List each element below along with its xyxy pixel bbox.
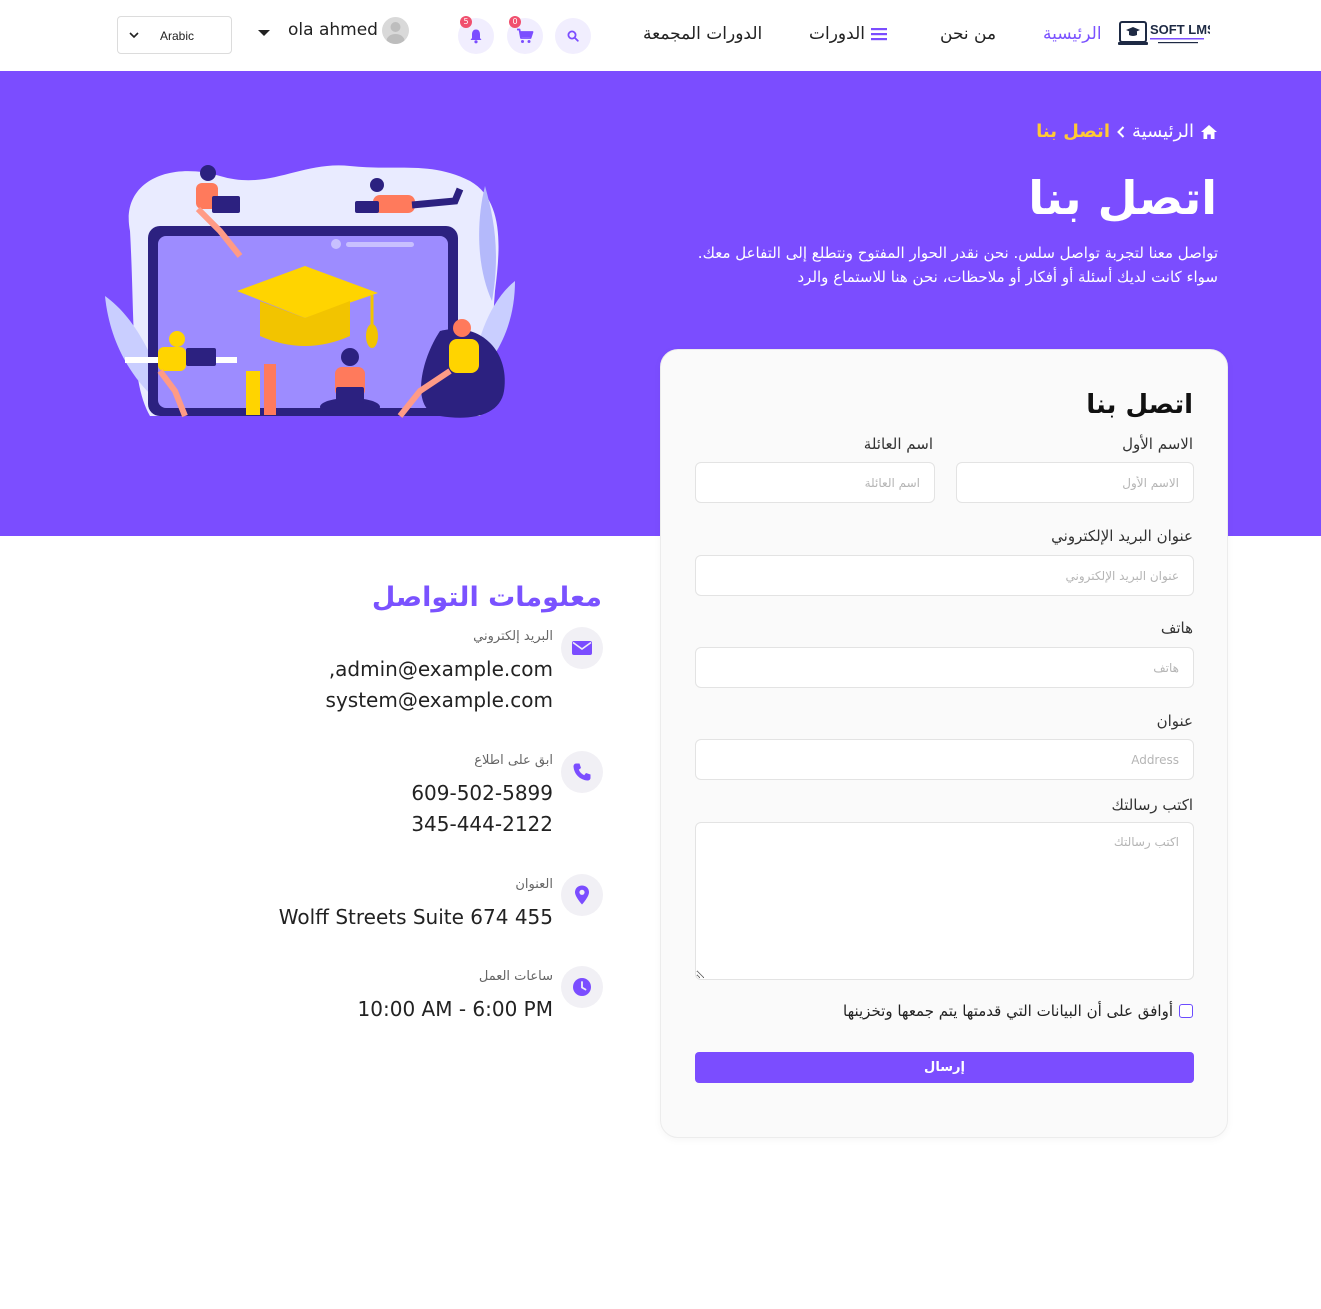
- nav-about[interactable]: من نحن: [940, 24, 996, 44]
- nav-courses[interactable]: الدورات: [809, 24, 887, 44]
- phone-info-label: ابق على اطلاع: [474, 753, 553, 768]
- phone-info-icon-wrap: [561, 751, 603, 793]
- breadcrumb: الرئيسية اتصل بنا: [1036, 121, 1218, 142]
- learning-illustration: [105, 165, 515, 418]
- consent-row: أوافق على أن البيانات التي قدمتها يتم جم…: [843, 1002, 1193, 1020]
- notifications-button[interactable]: 5: [458, 16, 494, 54]
- consent-label[interactable]: أوافق على أن البيانات التي قدمتها يتم جم…: [843, 1002, 1173, 1020]
- notifications-count-badge: 5: [460, 16, 472, 28]
- contact-email-block: البريد إلكتروني ,admin@example.com syste…: [326, 629, 553, 716]
- avatar[interactable]: [382, 17, 409, 44]
- clock-icon: [573, 978, 591, 996]
- chevron-left-icon: [1117, 125, 1125, 138]
- cart-count-badge: 0: [509, 16, 521, 28]
- form-title: اتصل بنا: [1086, 390, 1193, 420]
- phone-info-value-1[interactable]: 609-502-5899: [411, 778, 553, 809]
- address-info-value: Wolff Streets Suite 674 455: [278, 905, 553, 929]
- contact-address-block: العنوان Wolff Streets Suite 674 455: [279, 877, 553, 933]
- email-label: عنوان البريد الإلكتروني: [1051, 527, 1193, 545]
- map-pin-icon: [575, 885, 589, 905]
- nav-courses-label: الدورات: [809, 24, 865, 44]
- search-button[interactable]: [555, 18, 591, 54]
- home-icon[interactable]: [1200, 124, 1218, 140]
- last-name-input[interactable]: [695, 462, 935, 503]
- email-info-value-2[interactable]: system@example.com: [326, 685, 553, 716]
- breadcrumb-home[interactable]: الرئيسية: [1132, 121, 1194, 142]
- language-select[interactable]: Arabic: [117, 16, 232, 54]
- logo-text: SOFT LMS: [1150, 22, 1210, 37]
- site-logo[interactable]: SOFT LMS: [1118, 18, 1216, 52]
- first-name-input[interactable]: [956, 462, 1194, 503]
- consent-checkbox[interactable]: [1179, 1004, 1193, 1018]
- user-name[interactable]: ola ahmed: [288, 20, 378, 40]
- address-info-label: العنوان: [515, 877, 553, 892]
- first-name-label: الاسم الأول: [1122, 435, 1193, 453]
- search-icon: [567, 30, 579, 42]
- logo-graphic: SOFT LMS: [1118, 21, 1216, 45]
- message-textarea[interactable]: [695, 822, 1194, 980]
- hours-info-icon-wrap: [561, 966, 603, 1008]
- hours-info-value: 10:00 AM - 6:00 PM: [357, 997, 553, 1021]
- chevron-down-icon: [129, 32, 139, 39]
- bell-icon: [470, 29, 482, 44]
- nav-bundles[interactable]: الدورات المجمعة: [643, 24, 762, 44]
- user-menu-caret-icon[interactable]: [258, 30, 270, 36]
- page-title: اتصل بنا: [1028, 171, 1217, 225]
- last-name-label: اسم العائلة: [863, 435, 933, 453]
- phone-label: هاتف: [1160, 619, 1193, 637]
- email-info-icon-wrap: [561, 627, 603, 669]
- message-label: اكتب رسالتك: [1111, 796, 1193, 814]
- contact-form-card: اتصل بنا الاسم الأول اسم العائلة عنوان ا…: [660, 349, 1228, 1138]
- page-description-line-2: سواء كانت لديك أسئلة أو أفكار أو ملاحظات…: [797, 268, 1218, 286]
- phone-input[interactable]: [695, 647, 1194, 688]
- submit-button[interactable]: إرسال: [695, 1052, 1194, 1083]
- phone-icon: [573, 763, 591, 781]
- page-description: تواصل معنا لتجربة تواصل سلس. نحن نقدر ال…: [658, 241, 1218, 289]
- contact-hours-block: ساعات العمل 10:00 AM - 6:00 PM: [358, 969, 553, 1025]
- address-info-icon-wrap: [561, 874, 603, 916]
- breadcrumb-current: اتصل بنا: [1036, 121, 1110, 142]
- contact-phone-block: ابق على اطلاع 609-502-5899 345-444-2122: [411, 753, 553, 840]
- email-info-value-1[interactable]: ,admin@example.com: [326, 654, 553, 685]
- cart-icon: [517, 28, 534, 43]
- nav-home[interactable]: الرئيسية: [1043, 24, 1102, 44]
- top-navbar: Arabic ola ahmed 5 0 الدورات المجمعة الد…: [0, 0, 1321, 71]
- address-label: عنوان: [1156, 712, 1193, 730]
- page-description-line-1: تواصل معنا لتجربة تواصل سلس. نحن نقدر ال…: [697, 244, 1218, 262]
- email-input[interactable]: [695, 555, 1194, 596]
- envelope-icon: [572, 641, 592, 655]
- phone-info-value-2[interactable]: 345-444-2122: [411, 809, 553, 840]
- contact-info-title: معلومات التواصل: [371, 582, 602, 613]
- cart-button[interactable]: 0: [507, 16, 543, 54]
- email-info-label: البريد إلكتروني: [473, 629, 553, 644]
- hours-info-label: ساعات العمل: [478, 969, 553, 984]
- language-select-value: Arabic: [160, 29, 195, 43]
- address-input[interactable]: [695, 739, 1194, 780]
- menu-icon: [870, 28, 887, 41]
